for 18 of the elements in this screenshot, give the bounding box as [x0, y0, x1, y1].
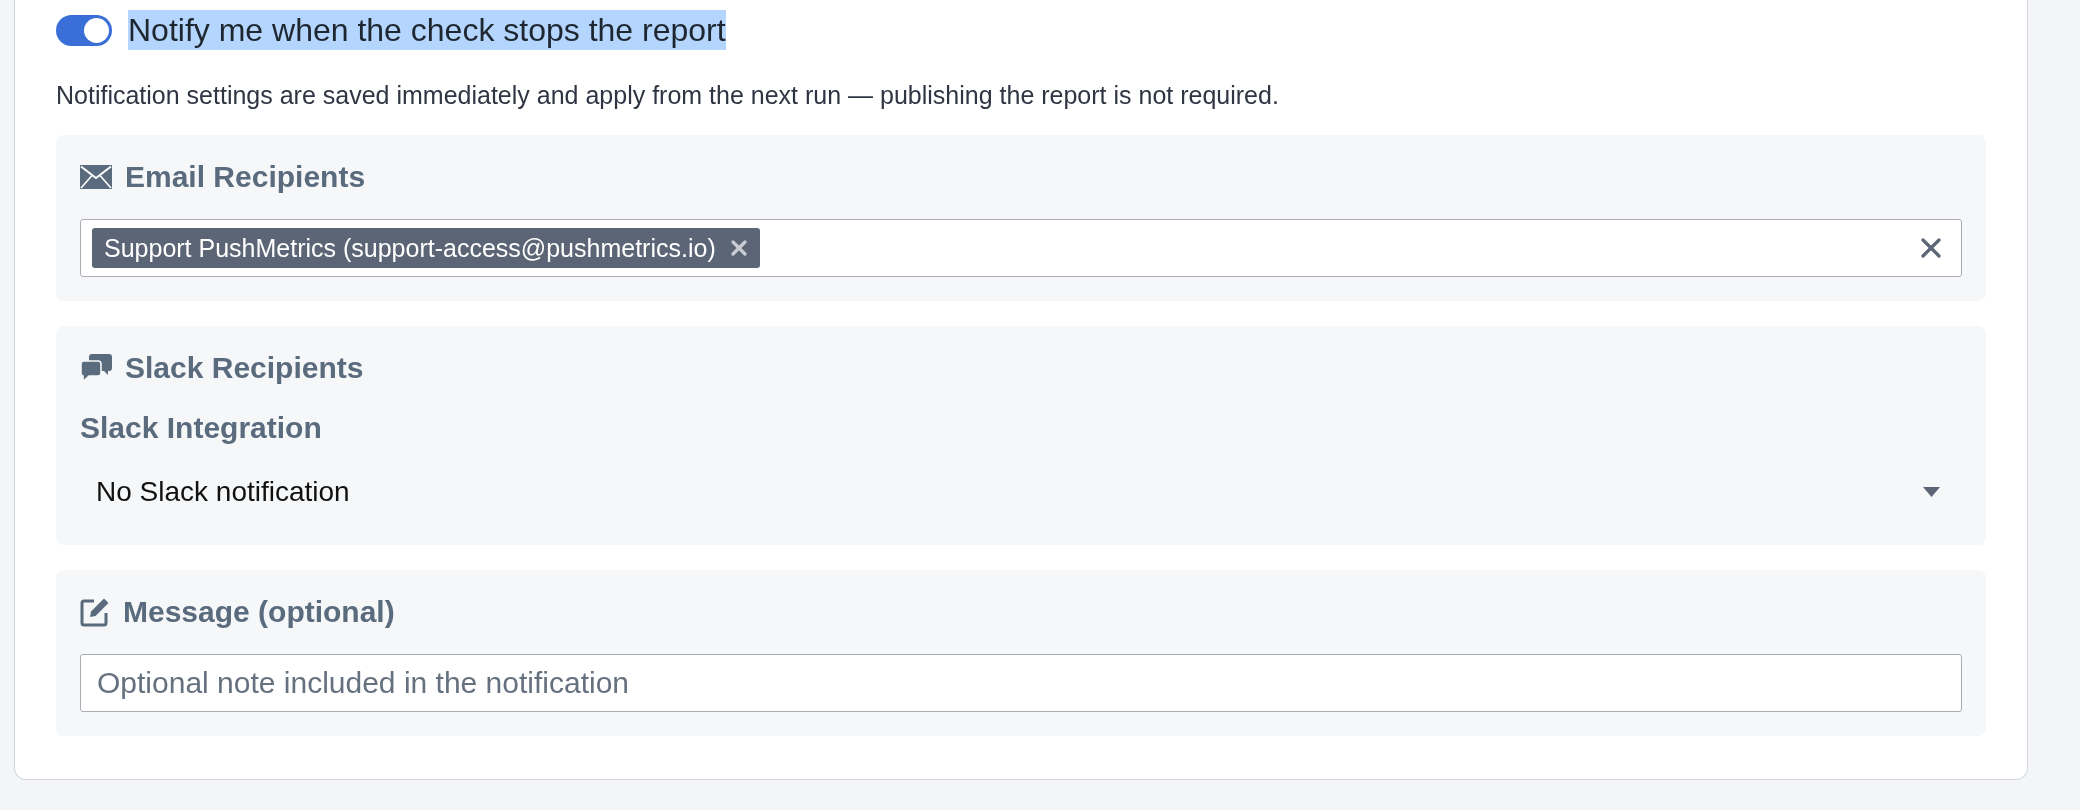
recipient-tag[interactable]: Support PushMetrics (support-access@pushmetrics.io)	[92, 228, 760, 268]
email-recipients-field[interactable]: Support PushMetrics (support-access@pushmetrics.io)	[80, 219, 1962, 277]
recipient-name: Support PushMetrics (support-access@pushmetrics.io)	[104, 233, 716, 264]
remove-icon[interactable]	[729, 239, 748, 257]
speech-bubbles-icon	[80, 354, 112, 382]
settings-note: Notification settings are saved immediately and apply from the next run — publishing the report is not required.	[56, 80, 1280, 111]
notify-label: Notify me when the check stops the report	[128, 10, 726, 50]
caret-icon	[1923, 487, 1940, 497]
section-heading: Email Recipients	[125, 159, 366, 195]
slack-integration-select[interactable]: No Slack notification	[80, 463, 1962, 521]
section-heading: Slack Recipients	[125, 350, 364, 386]
notify-toggle[interactable]	[56, 14, 112, 46]
envelope-icon	[80, 165, 112, 189]
section-heading: Message (optional)	[123, 594, 395, 630]
clear-icon[interactable]	[1921, 238, 1941, 258]
message-field[interactable]: Optional note included in the notification	[80, 654, 1962, 712]
field-label: Slack Integration	[80, 410, 322, 446]
edit-icon	[80, 597, 110, 627]
